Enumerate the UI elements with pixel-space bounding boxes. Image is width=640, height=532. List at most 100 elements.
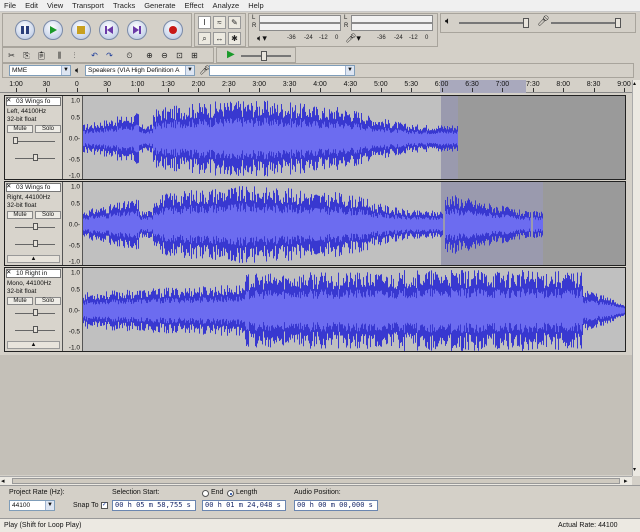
ruler-tick — [137, 88, 139, 92]
menu-analyze[interactable]: Analyze — [213, 1, 240, 10]
horizontal-scroll-thumb[interactable] — [12, 478, 620, 484]
zoom-tool[interactable]: ⌕ — [198, 32, 211, 45]
pan-knob[interactable] — [33, 240, 38, 247]
length-field[interactable]: 00 h 01 m 24,048 s — [202, 500, 286, 511]
menu-effect[interactable]: Effect — [185, 1, 204, 10]
length-label: Length — [236, 489, 258, 496]
menu-view[interactable]: View — [47, 1, 63, 10]
play-speed-knob[interactable] — [261, 51, 267, 61]
scroll-down-icon[interactable]: ▾ — [633, 466, 636, 473]
empty-track-area[interactable] — [0, 355, 632, 475]
waveform-display[interactable] — [83, 182, 543, 265]
menu-file[interactable]: File — [4, 1, 16, 10]
sync-lock-button[interactable]: ⏲ — [123, 49, 136, 62]
snap-to-checkbox[interactable]: ✓ — [101, 502, 108, 509]
collapse-track-button[interactable]: ▲ — [7, 255, 60, 263]
copy-button[interactable]: ⎘ — [20, 49, 33, 62]
collapse-track-button[interactable]: ▲ — [7, 341, 60, 349]
track-name-menu[interactable]: 10 Right in — [6, 269, 61, 278]
undo-button[interactable]: ↶ — [88, 49, 101, 62]
ruler-tick-label: 2:30 — [221, 81, 236, 88]
ruler-tick-label: 7:00 — [495, 81, 510, 88]
length-radio[interactable] — [227, 490, 234, 497]
output-device-select[interactable]: Speakers (VIA High Definition A ▼ — [85, 65, 195, 76]
multi-tool[interactable]: ✱ — [228, 32, 241, 45]
horizontal-scrollbar[interactable]: ◂ ▸ — [0, 476, 632, 485]
project-rate-select[interactable]: 44100 ▼ — [9, 500, 55, 511]
timeline-ruler[interactable]: 1:00 30 0 30 1:00 1:30 2:00 2:30 3:00 3:30 4:00 4:3… — [0, 80, 632, 93]
selection-tool[interactable]: I — [198, 16, 211, 29]
input-volume-knob[interactable] — [615, 18, 621, 28]
input-device-select[interactable]: ▼ — [209, 65, 355, 76]
pan-knob[interactable] — [33, 154, 38, 161]
pan-knob[interactable] — [33, 326, 38, 333]
audio-position-field[interactable]: 00 h 00 m 00,000 s — [294, 500, 378, 511]
fit-selection-button[interactable]: ⊡ — [173, 49, 186, 62]
skip-to-end-button[interactable] — [127, 20, 147, 40]
close-track-icon[interactable]: ✕ — [6, 268, 11, 276]
menu-tracks[interactable]: Tracks — [113, 1, 135, 10]
silence-button[interactable]: ⫶ — [68, 49, 81, 62]
vertical-scrollbar[interactable]: ▴ ▾ — [632, 80, 640, 476]
envelope-tool[interactable]: ≈ — [213, 16, 226, 29]
ruler-tick — [502, 88, 504, 92]
input-volume-slider[interactable] — [551, 22, 621, 24]
record-button[interactable] — [163, 20, 183, 40]
vertical-scale[interactable]: 1.0 0.5 0.0- -0.5 -1.0 — [63, 268, 83, 352]
menu-help[interactable]: Help — [248, 1, 263, 10]
solo-button[interactable]: Solo — [35, 211, 61, 219]
play-button[interactable] — [43, 20, 63, 40]
cut-button[interactable]: ✂ — [5, 49, 18, 62]
timeshift-tool[interactable]: ↔ — [213, 32, 226, 45]
waveform-display[interactable] — [83, 268, 625, 351]
gain-knob[interactable] — [13, 137, 18, 144]
gain-knob[interactable] — [33, 309, 38, 316]
end-radio[interactable] — [202, 490, 209, 497]
zoom-in-button[interactable]: ⊕ — [143, 49, 156, 62]
skip-to-start-button[interactable] — [99, 20, 119, 40]
menu-generate[interactable]: Generate — [144, 1, 175, 10]
solo-button[interactable]: Solo — [35, 297, 61, 305]
track-name-menu[interactable]: 03 Wings fo — [6, 183, 61, 192]
ruler-tick-label: 2:00 — [191, 81, 206, 88]
mute-button[interactable]: Mute — [7, 125, 33, 133]
waveform-display[interactable] — [83, 96, 458, 179]
menu-bar: File Edit View Transport Tracks Generate… — [0, 0, 640, 12]
selection-start-field[interactable]: 00 h 05 m 58,755 s — [112, 500, 196, 511]
scroll-right-icon[interactable]: ▸ — [624, 477, 628, 485]
track-control-panel[interactable]: 10 Right in ✕ Mono, 44100Hz 32-bit float… — [5, 268, 63, 351]
track-name-menu[interactable]: 03 Wings fo — [6, 97, 61, 106]
paste-button[interactable]: 📋︎ — [35, 49, 48, 62]
output-volume-knob[interactable] — [523, 18, 529, 28]
waveform — [83, 270, 625, 351]
scroll-left-icon[interactable]: ◂ — [1, 477, 5, 485]
track-control-panel[interactable]: 03 Wings fo ✕ Right, 44100Hz 32-bit floa… — [5, 182, 63, 265]
solo-button[interactable]: Solo — [35, 125, 61, 133]
fit-project-button[interactable]: ⊞ — [188, 49, 201, 62]
gain-knob[interactable] — [33, 223, 38, 230]
host-select[interactable]: MME ▼ — [9, 65, 71, 76]
close-track-icon[interactable]: ✕ — [6, 96, 11, 104]
trim-button[interactable]: ⫼ — [53, 49, 66, 62]
menu-edit[interactable]: Edit — [25, 1, 38, 10]
track-control-panel[interactable]: 03 Wings fo ✕ Left, 44100Hz 32-bit float… — [5, 96, 63, 179]
zoom-out-button[interactable]: ⊖ — [158, 49, 171, 62]
close-track-icon[interactable]: ✕ — [6, 182, 11, 190]
vertical-scale[interactable]: 1.0 0.5 0.0- -0.5 -1.0 — [63, 182, 83, 266]
redo-button[interactable]: ↷ — [103, 49, 116, 62]
end-label: End — [211, 489, 224, 496]
pause-button[interactable] — [15, 20, 35, 40]
track-3: 10 Right in ✕ Mono, 44100Hz 32-bit float… — [4, 267, 626, 352]
scroll-up-icon[interactable]: ▴ — [633, 80, 636, 87]
mute-button[interactable]: Mute — [7, 211, 33, 219]
output-volume-slider[interactable] — [459, 22, 529, 24]
play-at-speed-icon[interactable]: ▶ — [227, 49, 235, 60]
scissors-icon: ✂ — [8, 51, 15, 60]
menu-transport[interactable]: Transport — [72, 1, 104, 10]
status-message: Play (Shift for Loop Play) — [4, 522, 82, 529]
gain-slider[interactable] — [15, 141, 55, 142]
mute-button[interactable]: Mute — [7, 297, 33, 305]
vertical-scale[interactable]: 1.0 0.5 0.0- -0.5 -1.0 — [63, 96, 83, 180]
draw-tool[interactable]: ✎ — [228, 16, 241, 29]
stop-button[interactable] — [71, 20, 91, 40]
